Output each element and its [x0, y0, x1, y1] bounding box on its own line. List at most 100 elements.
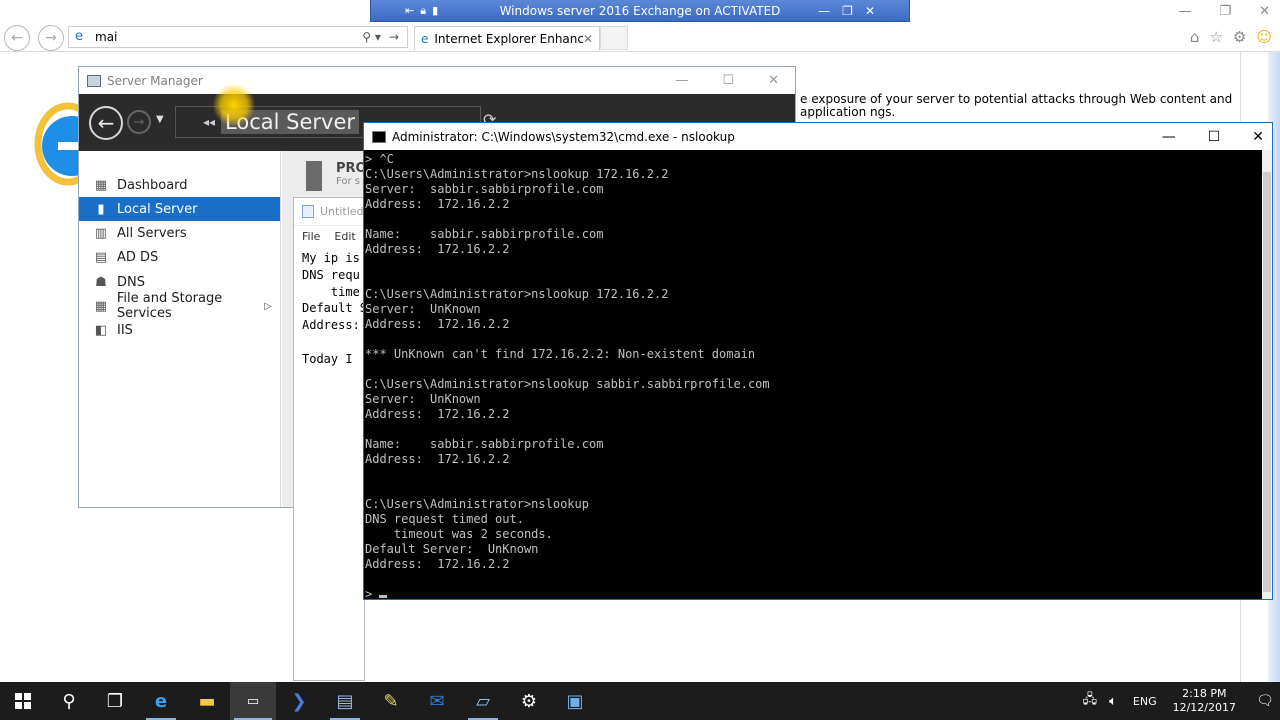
sidebar-item-label: Local Server	[117, 201, 198, 217]
ie-tab-icon: e	[421, 31, 429, 46]
pencil-icon: ✎	[383, 690, 399, 712]
pin-icon[interactable]: ⇤	[405, 4, 414, 18]
network-folder-icon: ▣	[566, 690, 584, 712]
network-icon[interactable]: 🖧︎	[1083, 690, 1098, 712]
minimize-icon[interactable]: —	[818, 4, 830, 18]
notepad-icon: ▱	[476, 690, 490, 712]
taskbar-ie[interactable]: e	[138, 682, 184, 720]
close-icon[interactable]: ✕	[583, 32, 593, 46]
powershell-icon: ❯	[291, 690, 307, 712]
notepad-icon	[302, 205, 314, 218]
taskbar: ⚲ ❐ e ▬ ▭ ❯ ▤ ✎ ✉ ▱ ⚙ ▣ 🖧︎ 🔈︎ ENG 2:18 P…	[0, 682, 1280, 720]
ie-back-button[interactable]: ←	[4, 25, 30, 51]
minimize-icon[interactable]: —	[1162, 129, 1176, 145]
menu-file[interactable]: File	[302, 230, 320, 243]
cmd-icon	[372, 130, 386, 143]
task-view-button[interactable]: ❐	[92, 682, 138, 720]
server-manager-sidebar: ▦ Dashboard ▮ Local Server ▥ All Servers…	[79, 151, 281, 507]
clock-time: 2:18 PM	[1182, 687, 1227, 700]
ie-tab[interactable]: e Internet Explorer Enhanced ... ✕	[414, 26, 600, 50]
ie-tab-label: Internet Explorer Enhanced ...	[434, 31, 583, 46]
ie-icon: e	[154, 690, 168, 712]
server-tower-icon	[306, 161, 322, 191]
taskbar-cmd[interactable]: ▭	[230, 682, 276, 720]
search-icon[interactable]: ⚲ ▾	[362, 30, 381, 44]
taskbar-exchange[interactable]: ✉	[414, 682, 460, 720]
minimize-icon[interactable]: —	[1178, 4, 1191, 19]
forward-button[interactable]: →	[127, 110, 151, 134]
sidebar-item-dashboard[interactable]: ▦ Dashboard	[79, 173, 280, 197]
search-icon: ⚲	[62, 690, 76, 712]
notepad-window: Untitled File Edit My ip is DNS requ tim…	[293, 197, 365, 681]
cmd-title: Administrator: C:\Windows\system32\cmd.e…	[392, 129, 735, 144]
notepad-menubar: File Edit	[294, 226, 364, 246]
server-manager-titlebar[interactable]: Server Manager — ☐ ✕	[79, 67, 795, 94]
notepad-titlebar[interactable]: Untitled	[294, 198, 364, 226]
double-chevron-icon[interactable]: ◂◂	[203, 115, 215, 129]
chevron-down-icon[interactable]: ▼	[156, 114, 164, 125]
sidebar-item-ad-ds[interactable]: ▤ AD DS	[79, 246, 280, 270]
volume-muted-icon[interactable]: 🔈︎	[1109, 694, 1117, 709]
dashboard-icon: ▦	[94, 177, 108, 193]
feedback-smiley-icon[interactable]: ☺	[1256, 28, 1272, 46]
sidebar-item-label: IIS	[117, 323, 133, 339]
start-button[interactable]	[0, 682, 46, 720]
server-manager-icon: ▤	[336, 690, 354, 712]
back-button[interactable]: ←	[89, 106, 123, 140]
close-icon[interactable]: ✕	[1259, 4, 1270, 19]
taskbar-settings[interactable]: ⚙	[506, 682, 552, 720]
go-arrow-icon[interactable]: →	[389, 30, 399, 44]
home-icon[interactable]: ⌂	[1190, 28, 1200, 46]
restore-icon[interactable]: ❐	[1219, 4, 1231, 19]
sidebar-item-label: File and Storage Services	[116, 291, 223, 322]
notepad-text-area[interactable]: My ip is DNS requ time Default S Address…	[294, 246, 364, 368]
chevron-right-icon[interactable]: ▷	[264, 301, 272, 312]
language-indicator[interactable]: ENG	[1133, 695, 1157, 708]
cursor-highlight	[213, 84, 255, 126]
menu-edit[interactable]: Edit	[334, 230, 355, 243]
taskbar-network-app[interactable]: ▣	[552, 682, 598, 720]
system-tray: 🖧︎ 🔈︎ ENG 2:18 PM 12/12/2017 🗨︎	[1077, 682, 1280, 720]
windows-logo-icon	[15, 693, 31, 709]
ie-address-text: mai	[95, 30, 118, 44]
maximize-icon[interactable]: ☐	[722, 73, 734, 88]
cmd-titlebar[interactable]: Administrator: C:\Windows\system32\cmd.e…	[364, 123, 1272, 150]
ie-window-controls: — ❐ ✕	[1178, 4, 1270, 19]
sidebar-item-iis[interactable]: ◧ IIS	[79, 319, 280, 343]
clock[interactable]: 2:18 PM 12/12/2017	[1173, 687, 1236, 715]
taskbar-server-manager[interactable]: ▤	[322, 682, 368, 720]
maximize-icon[interactable]: ☐	[1208, 129, 1221, 145]
sidebar-item-local-server[interactable]: ▮ Local Server	[79, 197, 280, 222]
sidebar-item-file-storage[interactable]: ▦ File and Storage Services ▷	[79, 291, 280, 322]
cmd-window: Administrator: C:\Windows\system32\cmd.e…	[363, 122, 1273, 600]
search-button[interactable]: ⚲	[46, 682, 92, 720]
ie-address-bar[interactable]: e mai ⚲ ▾ →	[68, 26, 408, 48]
taskbar-powershell[interactable]: ❯	[276, 682, 322, 720]
taskbar-notepad[interactable]: ▱	[460, 682, 506, 720]
restore-icon[interactable]: ❐	[842, 4, 853, 18]
cmd-icon: ▭	[246, 693, 260, 709]
ie-new-tab-button[interactable]	[600, 26, 628, 50]
notepad-title: Untitled	[320, 205, 364, 218]
servers-icon: ▥	[94, 226, 108, 242]
ie-forward-button[interactable]: →	[38, 25, 64, 51]
close-icon[interactable]: ✕	[768, 73, 779, 88]
close-icon[interactable]: ✕	[865, 4, 875, 18]
cmd-scrollbar[interactable]	[1262, 150, 1272, 599]
notification-icon[interactable]: 🗨︎	[1250, 693, 1280, 709]
remote-session-bar: ⇤ 🔒︎ ▮ Windows server 2016 Exchange on A…	[370, 0, 910, 22]
minimize-icon[interactable]: —	[675, 73, 688, 88]
favorites-star-icon[interactable]: ☆	[1209, 28, 1222, 46]
server-icon: ▮	[97, 201, 105, 217]
folder-icon: ▬	[198, 690, 216, 712]
properties-subtitle: For s	[336, 176, 361, 187]
taskbar-file-explorer[interactable]: ▬	[184, 682, 230, 720]
sidebar-item-all-servers[interactable]: ▥ All Servers	[79, 222, 280, 246]
ad-ds-icon: ▤	[94, 250, 108, 266]
cmd-output: > ^C C:\Users\Administrator>nslookup 172…	[365, 152, 770, 598]
close-icon[interactable]: ✕	[1252, 129, 1264, 145]
cmd-scroll-thumb[interactable]	[1263, 172, 1271, 592]
gear-icon[interactable]: ⚙	[1233, 28, 1246, 46]
taskbar-pencil-app[interactable]: ✎	[368, 682, 414, 720]
cmd-console[interactable]: > ^C C:\Users\Administrator>nslookup 172…	[364, 150, 1272, 598]
